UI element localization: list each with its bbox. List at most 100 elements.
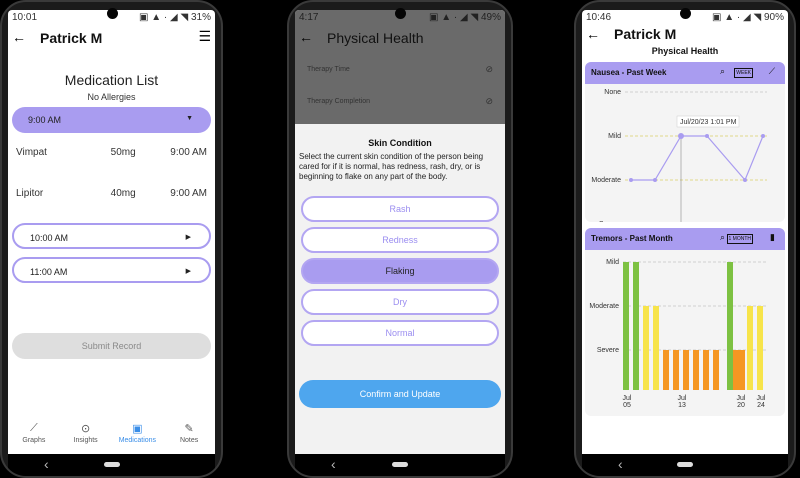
screen: 10:46 ▣ ▲ · ◢ ◥ 90% ← Patrick M Physical… (582, 10, 788, 456)
medication-time: 9:00 AM (170, 188, 207, 199)
bar (653, 306, 659, 390)
data-point (653, 178, 657, 182)
time-group-11am[interactable]: 11:00 AM ▶ (12, 257, 211, 283)
page-title: Physical Health (327, 30, 424, 46)
bar (727, 262, 733, 390)
data-point (705, 134, 709, 138)
page-title: Patrick M (40, 30, 103, 46)
time-group-10am[interactable]: 10:00 AM ▶ (12, 223, 211, 249)
chevron-down-icon: ▼ (186, 115, 193, 122)
system-home-icon[interactable] (103, 462, 120, 467)
phone-skin-condition: 4:17 ▣ ▲ · ◢ ◥ 49% ← Physical Health The… (287, 0, 513, 478)
bar (633, 262, 639, 390)
screen: 4:17 ▣ ▲ · ◢ ◥ 49% ← Physical Health The… (295, 10, 505, 456)
option-redness[interactable]: Redness (301, 227, 499, 253)
x-tick-label: 05 (623, 402, 631, 409)
system-home-icon[interactable] (677, 462, 693, 467)
tab-label: Graphs (22, 437, 46, 444)
option-flaking[interactable]: Flaking (301, 258, 499, 284)
nausea-line-chart: NoneMildModerateSevereJul/20/23 1:01 PM0… (591, 89, 767, 222)
camera-cutout (395, 8, 406, 19)
tab-label: Medications (118, 437, 157, 444)
page-title: Patrick M (614, 26, 677, 42)
bar (673, 350, 679, 390)
search-icon[interactable]: ⌕ (720, 232, 725, 243)
data-point (761, 134, 765, 138)
time-group-label: 9:00 AM (28, 115, 62, 125)
medication-name: Lipitor (16, 188, 44, 199)
phone-medications: 10:01 ▣ ▲ · ◢ ◥ 31% ← Patrick M ☰ Medica… (0, 0, 223, 478)
bar (663, 350, 669, 390)
status-icons: ▣ ▲ · ◢ ◥ 31% (139, 12, 211, 23)
bar-chart-icon[interactable]: ▮ (770, 232, 775, 243)
trend-icon[interactable]: ⟋ (769, 66, 775, 77)
y-tick-label: Moderate (589, 303, 619, 310)
calendar-week-icon[interactable]: WEEK (734, 68, 753, 78)
tab-label: Insights (73, 437, 98, 444)
bar (683, 350, 689, 390)
app-bar: ← Patrick M (582, 24, 788, 50)
chevron-right-icon: ▶ (185, 268, 191, 275)
camera-cutout (680, 8, 691, 19)
x-tick-label: 13 (678, 402, 686, 409)
y-tick-label: Moderate (591, 177, 621, 184)
option-normal[interactable]: Normal (301, 320, 499, 346)
option-dry[interactable]: Dry (301, 289, 499, 315)
system-back-icon[interactable]: ‹ (44, 456, 49, 472)
tab-label: Notes (179, 437, 199, 444)
x-tick-label: 20 (737, 402, 745, 409)
insights-icon: ⊙ (81, 423, 91, 435)
x-tick-label: 24 (757, 402, 765, 409)
y-tick-label: Mild (608, 133, 621, 140)
system-back-icon[interactable]: ‹ (618, 456, 623, 472)
back-arrow-icon[interactable]: ← (299, 29, 313, 45)
bar (703, 350, 709, 390)
card-title: Tremors - Past Month (591, 234, 673, 243)
time-group-9am[interactable]: 9:00 AM ▼ (12, 107, 211, 133)
screen: 10:01 ▣ ▲ · ◢ ◥ 31% ← Patrick M ☰ Medica… (8, 10, 215, 456)
bar (733, 350, 739, 390)
submit-record-button[interactable]: Submit Record (12, 333, 211, 359)
series-line (631, 135, 764, 182)
medications-icon: ▣ (132, 423, 143, 435)
card-header: Tremors - Past Month ⌕ 1 MONTH ▮ (585, 228, 785, 250)
notes-icon: ✎ (184, 423, 194, 435)
chevron-right-icon: ▶ (185, 234, 191, 241)
back-arrow-icon[interactable]: ← (12, 29, 26, 45)
back-arrow-icon[interactable]: ← (586, 26, 600, 42)
nausea-chart-card: Nausea - Past Week ⌕ WEEK ⟋ None Mild Mode… (585, 62, 785, 222)
graph-icon: ⟋ (30, 422, 38, 434)
bar (739, 350, 745, 390)
tab-insights[interactable]: ⊙ Insights (60, 422, 112, 456)
x-tick-label: Jul (678, 395, 687, 402)
search-icon[interactable]: ⌕ (720, 66, 725, 77)
bar (623, 262, 629, 390)
system-back-icon[interactable]: ‹ (331, 456, 336, 472)
medication-row: Vimpat 50mg 9:00 AM (8, 147, 215, 158)
bar (757, 306, 763, 390)
tremors-chart-card: Tremors - Past Month ⌕ 1 MONTH ▮ Mild Mod… (585, 228, 785, 416)
confirm-update-button[interactable]: Confirm and Update (299, 380, 501, 408)
x-tick-label: Jul (737, 395, 746, 402)
medication-dose: 40mg (110, 188, 136, 199)
hamburger-menu-icon[interactable]: ☰ (198, 28, 211, 45)
system-nav-bar: ‹ (8, 454, 215, 476)
bar (713, 350, 719, 390)
app-bar: ← Patrick M ☰ (8, 24, 215, 52)
tab-notes[interactable]: ✎ Notes (163, 422, 215, 456)
bottom-navigation: ⟋ Graphs ⊙ Insights ▣ Medications ✎ Note… (8, 422, 215, 456)
sheet-description: Select the current skin condition of the… (299, 152, 484, 181)
medication-row: Lipitor 40mg 9:00 AM (8, 188, 215, 199)
status-time: 10:46 (586, 12, 612, 23)
data-point (678, 133, 684, 139)
y-tick-label: Mild (606, 259, 619, 266)
tab-graphs[interactable]: ⟋ Graphs (8, 422, 60, 456)
system-home-icon[interactable] (392, 462, 408, 467)
tremors-bar-chart: MildModerateSevereJul05Jul13Jul20Jul24 (589, 259, 767, 409)
calendar-month-icon[interactable]: 1 MONTH (726, 234, 753, 244)
background-row: Therapy Completion (307, 98, 371, 105)
medication-time: 9:00 AM (170, 147, 207, 158)
tab-medications[interactable]: ▣ Medications (112, 422, 164, 456)
option-rash[interactable]: Rash (301, 196, 499, 222)
allergies-text: No Allergies (87, 92, 136, 102)
